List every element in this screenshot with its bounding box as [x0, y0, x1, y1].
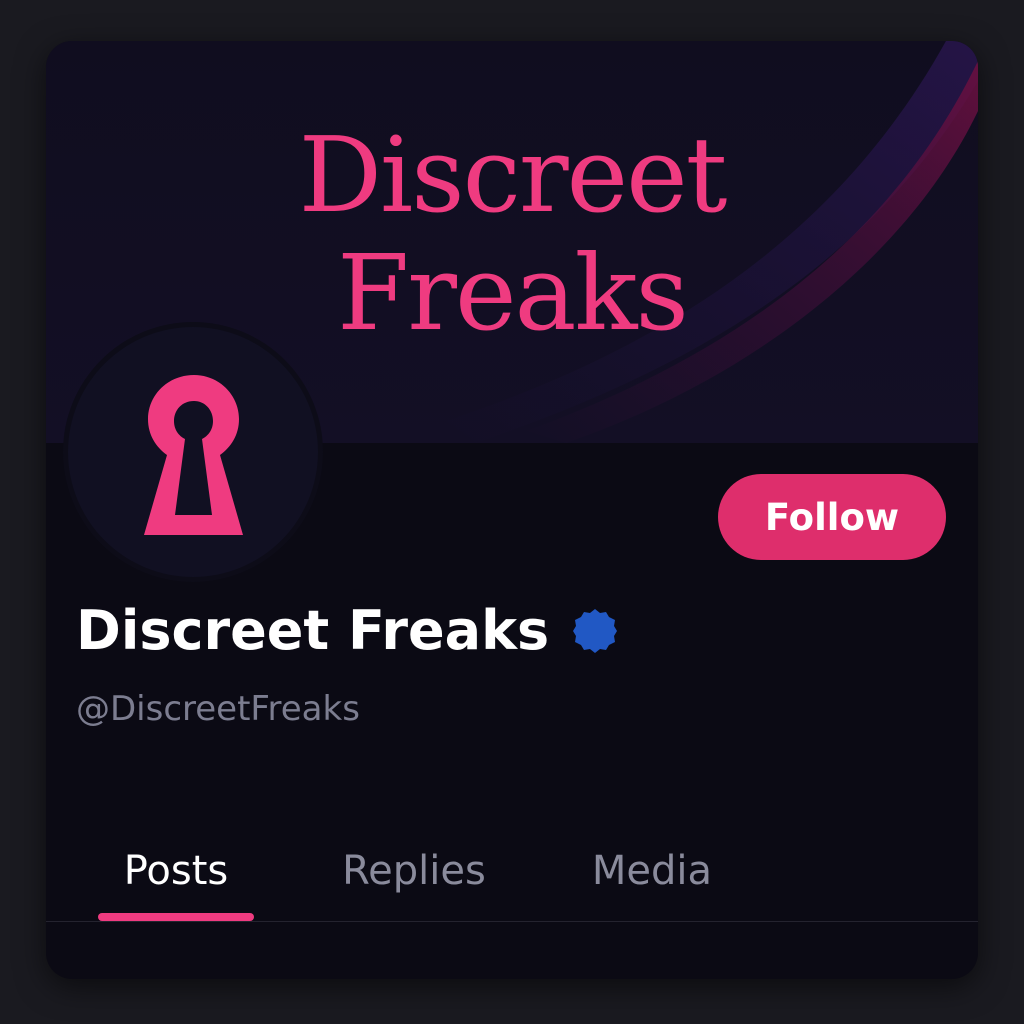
active-tab-indicator [98, 913, 254, 921]
display-name-row: Discreet Freaks [76, 599, 619, 662]
tabs-divider [46, 921, 978, 922]
profile-card: Discreet Freaks Follow Discreet Freaks @… [46, 41, 978, 979]
tab-posts[interactable]: Posts [98, 821, 254, 921]
profile-handle: @DiscreetFreaks [76, 689, 360, 729]
tab-media[interactable]: Media [572, 821, 732, 921]
follow-button[interactable]: Follow [718, 474, 946, 560]
display-name: Discreet Freaks [76, 599, 550, 662]
tab-replies[interactable]: Replies [324, 821, 504, 921]
avatar[interactable] [68, 327, 318, 577]
banner-title-line1: Discreet [298, 114, 728, 236]
verified-badge-icon [573, 608, 618, 653]
keyhole-icon [144, 375, 243, 535]
profile-tabs: Posts Replies Media [46, 821, 978, 921]
